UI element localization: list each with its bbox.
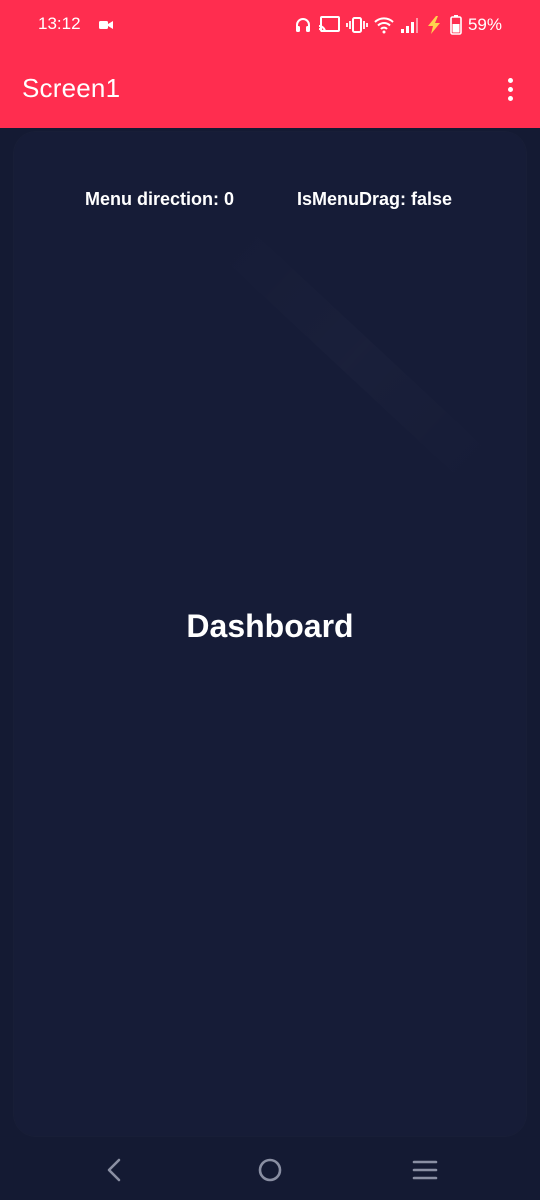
signal-icon <box>400 16 418 34</box>
overflow-menu-icon[interactable] <box>498 74 522 104</box>
recents-menu-icon[interactable] <box>407 1154 443 1186</box>
battery-icon <box>450 15 462 35</box>
dashboard-card: Menu direction: 0 IsMenuDrag: false Dash… <box>14 132 526 1136</box>
info-row: Menu direction: 0 IsMenuDrag: false <box>14 189 526 213</box>
vibrate-icon <box>346 16 368 34</box>
cast-icon <box>318 16 340 34</box>
home-icon[interactable] <box>252 1154 288 1186</box>
system-nav-bar <box>0 1140 540 1200</box>
status-time: 13:12 <box>38 14 81 33</box>
is-menu-drag-label: IsMenuDrag: false <box>297 189 453 209</box>
dashboard-title: Dashboard <box>186 608 354 644</box>
app-bar-title: Screen1 <box>22 73 121 103</box>
back-icon[interactable] <box>96 1154 132 1186</box>
menu-direction-label: Menu direction: 0 <box>85 189 235 209</box>
status-icons: 59% <box>294 12 502 38</box>
video-camera-icon <box>99 18 113 32</box>
app-bar: Screen1 <box>0 52 540 128</box>
wifi-icon <box>374 16 394 34</box>
headphones-icon <box>294 16 312 34</box>
battery-percent: 59% <box>467 15 502 34</box>
charging-bolt-icon <box>424 16 444 34</box>
status-bar: 13:12 59% <box>0 0 540 52</box>
